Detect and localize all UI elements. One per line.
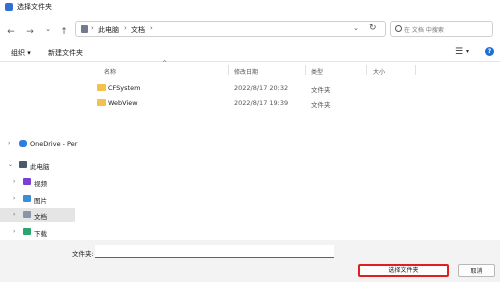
navigation-pane: › OneDrive - Per ⌄ 此电脑 › 视频 › 图片 › 文档 › … [0, 62, 78, 240]
select-folder-button[interactable]: 选择文件夹 [358, 264, 449, 277]
folder-name-input[interactable] [95, 245, 334, 258]
expand-chevron-icon[interactable]: › [13, 195, 15, 202]
file-name: CFSystem [108, 84, 141, 92]
column-header-type[interactable]: 类型 [311, 67, 323, 76]
sort-ascending-icon: ^ [162, 60, 168, 67]
recent-locations-chevron-icon[interactable]: ⌄ [43, 25, 53, 33]
file-type: 文件夹 [311, 101, 331, 109]
sidebar-item-downloads[interactable]: › 下载 [0, 225, 75, 239]
search-placeholder: 在 文档 中搜索 [404, 27, 444, 34]
window-title: 选择文件夹 [17, 3, 52, 11]
address-dropdown-icon[interactable]: ⌄ [353, 24, 359, 32]
back-arrow-icon[interactable]: ← [6, 27, 16, 37]
expand-chevron-icon[interactable]: › [13, 211, 15, 218]
address-bar[interactable]: › 此电脑 › 文档 › ⌄ [75, 21, 386, 37]
sidebar-item-videos[interactable]: › 视频 [0, 175, 75, 189]
forward-arrow-icon[interactable]: → [25, 27, 35, 37]
refresh-icon[interactable]: ↻ [369, 23, 377, 33]
file-date: 2022/8/17 19:39 [234, 99, 289, 107]
column-separator[interactable] [228, 65, 229, 75]
file-list: ^ 名称 修改日期 类型 大小 CFSystem 2022/8/17 20:32… [90, 60, 495, 240]
sidebar-item-label: 视频 [34, 180, 47, 188]
column-header-size[interactable]: 大小 [373, 67, 385, 76]
chevron-right-icon: › [124, 24, 127, 32]
sidebar-item-onedrive[interactable]: › OneDrive - Per [0, 137, 78, 151]
column-separator[interactable] [415, 65, 416, 75]
expand-chevron-icon[interactable]: › [8, 140, 10, 147]
column-separator[interactable] [366, 65, 367, 75]
chevron-right-icon: › [150, 24, 153, 32]
title-bar: 选择文件夹 [0, 0, 500, 14]
footer-panel: 文件夹: 选择文件夹 取消 [0, 240, 500, 282]
search-box[interactable]: 在 文档 中搜索 [390, 21, 493, 37]
expand-chevron-icon[interactable]: › [13, 228, 15, 235]
picture-icon [23, 195, 31, 202]
view-menu-icon[interactable]: ☰ [455, 47, 463, 57]
file-name: WebView [108, 99, 138, 107]
column-header-name[interactable]: 名称 [104, 67, 116, 76]
file-row[interactable]: CFSystem 2022/8/17 20:32 文件夹 [90, 82, 390, 95]
sidebar-item-label: 文档 [34, 213, 47, 221]
file-type: 文件夹 [311, 86, 331, 94]
breadcrumb-this-pc[interactable]: 此电脑 [98, 25, 119, 35]
up-arrow-icon[interactable]: ↑ [59, 27, 69, 37]
help-icon[interactable]: ? [485, 47, 494, 56]
search-icon [395, 25, 402, 32]
download-icon [23, 228, 31, 235]
computer-icon [19, 161, 27, 168]
sidebar-item-label: 此电脑 [30, 163, 50, 171]
document-icon [23, 211, 31, 218]
new-folder-button[interactable]: 新建文件夹 [48, 48, 83, 58]
sidebar-item-label: OneDrive - Per [30, 140, 78, 148]
collapse-chevron-icon[interactable]: ⌄ [8, 161, 13, 168]
cloud-icon [19, 140, 27, 147]
sidebar-item-documents[interactable]: › 文档 [0, 208, 75, 222]
sidebar-item-this-pc[interactable]: ⌄ 此电脑 [0, 158, 75, 172]
sidebar-item-label: 下载 [34, 230, 47, 238]
toolbar: 组织 ▾ 新建文件夹 ☰ ▾ ? [0, 44, 500, 61]
column-header-date[interactable]: 修改日期 [234, 67, 258, 76]
breadcrumb-documents[interactable]: 文档 [131, 25, 145, 35]
folder-picker-window: 选择文件夹 ← → ⌄ ↑ › 此电脑 › 文档 › ⌄ ↻ 在 文档 中搜索 … [0, 0, 500, 282]
expand-chevron-icon[interactable]: › [13, 178, 15, 185]
chevron-right-icon: › [91, 24, 94, 32]
cancel-button[interactable]: 取消 [458, 264, 495, 277]
folder-icon [97, 99, 106, 106]
column-separator[interactable] [305, 65, 306, 75]
folder-icon [97, 84, 106, 91]
file-date: 2022/8/17 20:32 [234, 84, 289, 92]
sidebar-item-label: 图片 [34, 197, 47, 205]
folder-field-label: 文件夹: [72, 250, 94, 258]
pc-icon [81, 25, 88, 33]
view-dropdown-icon[interactable]: ▾ [466, 48, 469, 55]
app-icon [5, 3, 13, 11]
video-icon [23, 178, 31, 185]
file-row[interactable]: WebView 2022/8/17 19:39 文件夹 [90, 97, 390, 110]
sidebar-item-pictures[interactable]: › 图片 [0, 192, 75, 206]
organize-button[interactable]: 组织 ▾ [11, 48, 31, 58]
